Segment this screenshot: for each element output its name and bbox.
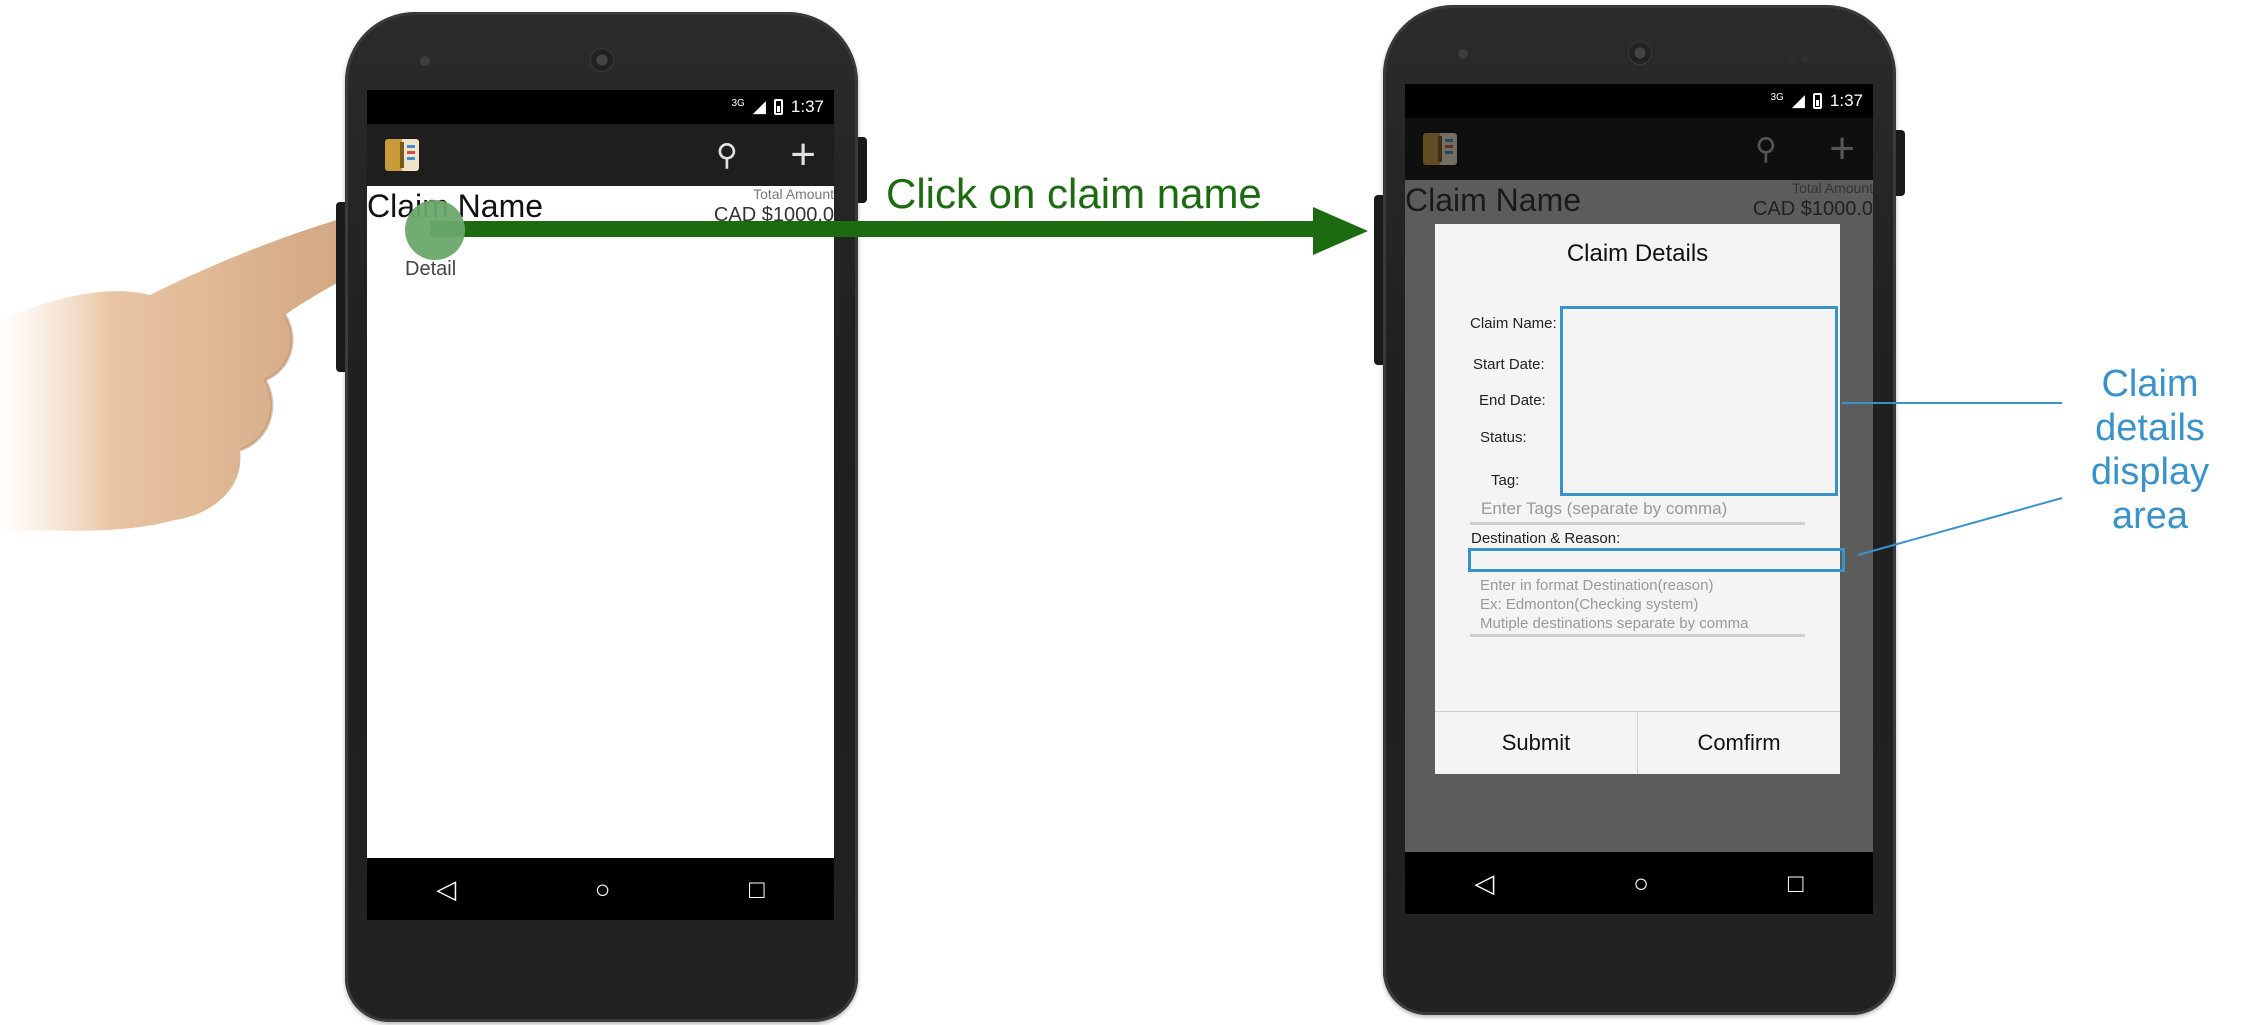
destination-hint-line[interactable]: Ex: Edmonton(Checking system) xyxy=(1480,596,1698,613)
navigation-bar: ◁ ○ □ xyxy=(367,858,834,920)
tag-label: Tag: xyxy=(1491,472,1520,489)
claim-details-dialog: Claim Details Claim Name: Start Date: En… xyxy=(1435,224,1845,774)
network-indicator: 3G xyxy=(1770,91,1784,103)
end-date-label: End Date: xyxy=(1479,392,1546,409)
right-phone: 3G ◢ 1:37 ⚲ + Claim Name Total Amount CA… xyxy=(1374,5,1905,1015)
claim-detail-text: Detail xyxy=(405,258,457,280)
start-date-label: Start Date: xyxy=(1473,356,1545,373)
submit-button[interactable]: Submit xyxy=(1435,712,1637,774)
volume-button xyxy=(1374,195,1383,365)
recents-icon[interactable]: □ xyxy=(1788,868,1804,899)
tags-input-underline xyxy=(1470,522,1805,525)
destination-hint-line[interactable]: Mutiple destinations separate by comma xyxy=(1480,615,1748,632)
signal-icon: ◢ xyxy=(1791,91,1805,110)
status-label: Status: xyxy=(1480,429,1527,446)
arrow-head xyxy=(1313,207,1368,255)
status-bar: 3G ◢ 1:37 xyxy=(367,90,834,124)
tags-input[interactable]: Enter Tags (separate by comma) xyxy=(1481,499,1727,519)
search-icon: ⚲ xyxy=(1755,133,1777,166)
claim-name: Claim Name xyxy=(1405,182,1582,218)
network-indicator: 3G xyxy=(731,97,745,109)
navigation-bar: ◁ ○ □ xyxy=(1405,852,1873,914)
total-amount-label: Total Amount xyxy=(753,186,834,202)
dialog-button-bar: Submit Comfirm xyxy=(1435,711,1840,774)
clock: 1:37 xyxy=(790,97,824,116)
app-icon[interactable] xyxy=(385,139,419,171)
destination-input-underline xyxy=(1470,634,1805,637)
power-button xyxy=(858,137,867,203)
dialog-title: Claim Details xyxy=(1566,240,1709,267)
proximity-sensor xyxy=(1788,50,1816,63)
claim-details-callout: Claim details display area xyxy=(2070,362,2230,538)
total-amount-value: CAD $1000.0 xyxy=(1752,198,1873,220)
recents-icon[interactable]: □ xyxy=(749,874,765,905)
total-amount-label: Total Amount xyxy=(1792,180,1873,196)
action-bar: ⚲ + xyxy=(1405,118,1873,180)
home-icon[interactable]: ○ xyxy=(1633,868,1649,899)
home-icon[interactable]: ○ xyxy=(595,874,611,905)
search-icon[interactable]: ⚲ xyxy=(716,138,738,173)
volume-button xyxy=(336,202,345,372)
action-bar: ⚲ + xyxy=(367,124,834,186)
destination-hint-line[interactable]: Enter in format Destination(reason) xyxy=(1480,577,1713,594)
touch-indicator xyxy=(405,200,465,260)
clock: 1:37 xyxy=(1829,91,1863,110)
status-bar: 3G ◢ 1:37 xyxy=(1405,84,1873,118)
callout-line: display xyxy=(2090,451,2210,493)
earpiece-speaker xyxy=(589,48,614,72)
callout-line: Claim xyxy=(2101,363,2199,405)
battery-icon xyxy=(1812,93,1822,109)
add-icon[interactable]: + xyxy=(790,130,816,180)
callout-line: details xyxy=(2095,407,2205,449)
power-button xyxy=(1896,130,1905,196)
back-icon[interactable]: ◁ xyxy=(436,874,456,905)
arrow-shaft xyxy=(430,221,1322,237)
click-instruction-label: Click on claim name xyxy=(886,170,1262,217)
claim-name-label: Claim Name: xyxy=(1470,315,1557,332)
destination-highlight-box xyxy=(1468,548,1845,572)
left-phone: 3G ◢ 1:37 ⚲ + Claim Name Total Amount CA… xyxy=(336,12,867,1022)
phone-screen: 3G ◢ 1:37 ⚲ + Claim Name Total Amount CA… xyxy=(1405,84,1873,914)
claim-details-display-area xyxy=(1560,306,1838,496)
battery-icon xyxy=(773,99,783,115)
add-icon: + xyxy=(1829,124,1855,173)
back-icon[interactable]: ◁ xyxy=(1474,868,1494,899)
front-camera xyxy=(1458,49,1468,59)
confirm-button[interactable]: Comfirm xyxy=(1637,712,1840,774)
destination-label: Destination & Reason: xyxy=(1471,530,1621,547)
front-camera xyxy=(420,56,430,66)
app-icon xyxy=(1423,133,1457,165)
earpiece-speaker xyxy=(1627,41,1652,65)
callout-line: area xyxy=(2111,495,2189,537)
dimmed-content: Claim Name Total Amount CAD $1000.0 Clai… xyxy=(1405,180,1873,852)
signal-icon: ◢ xyxy=(752,97,766,116)
